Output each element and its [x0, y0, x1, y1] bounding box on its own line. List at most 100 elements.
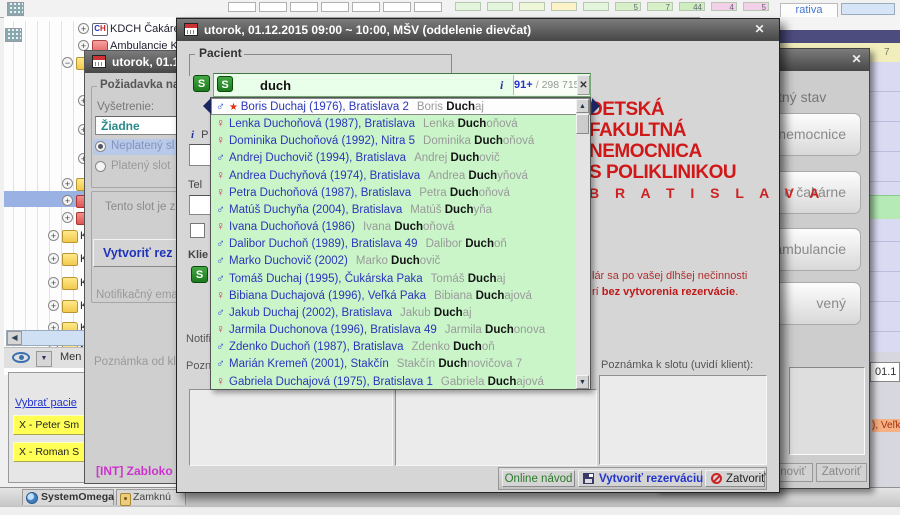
- close-dialog-button[interactable]: Zatvoriť: [705, 470, 765, 487]
- collapse-icon[interactable]: −: [62, 57, 73, 68]
- checkbox[interactable]: [190, 223, 205, 238]
- clear-search-icon[interactable]: ✕: [577, 75, 590, 95]
- patient-result-row[interactable]: ♀Andrea Duchyňová (1974), BratislavaAndr…: [211, 167, 590, 184]
- patient-main-text: Dominika Duchoňová (1992), Nitra 5: [229, 135, 415, 147]
- toolbar-button[interactable]: [383, 2, 411, 12]
- scroll-left-icon[interactable]: ◀: [7, 331, 22, 345]
- expand-icon[interactable]: +: [48, 230, 59, 241]
- expand-icon[interactable]: +: [48, 253, 59, 264]
- schedule-cell[interactable]: [487, 2, 513, 11]
- patient-match-text: Dalibor Duchoň: [426, 238, 507, 250]
- patient-result-row[interactable]: ♂Jakub Duchaj (2002), BratislavaJakub Du…: [211, 304, 590, 321]
- close-icon[interactable]: ✕: [752, 22, 767, 37]
- schedule-cell[interactable]: 44: [679, 2, 705, 11]
- female-icon: ♀: [216, 115, 229, 132]
- client-note-textarea[interactable]: [189, 389, 393, 466]
- tree-hscrollbar[interactable]: ◀: [6, 330, 86, 346]
- patient-match-text: Boris Duchaj: [417, 101, 484, 113]
- recent-patients-panel: Vybrať pacie X - Peter Sm X - Roman S: [8, 372, 94, 483]
- slot-note-textarea[interactable]: [599, 375, 767, 465]
- patient-main-text: Boris Duchaj (1976), Bratislava 2: [241, 101, 409, 113]
- taskbar-app-button[interactable]: SystemOmega: [22, 489, 114, 505]
- patient-match-text: Petra Duchoňová: [419, 187, 510, 199]
- scroll-thumb[interactable]: [576, 114, 589, 134]
- patient-main-text: Bibiana Duchajová (1996), Veľká Paka: [229, 290, 426, 302]
- schedule-cell[interactable]: 5: [743, 2, 769, 11]
- patient-main-text: Ivana Duchoňová (1986): [229, 221, 355, 233]
- patient-result-row[interactable]: ♂Dalibor Duchoň (1989), Bratislava 49Dal…: [211, 235, 590, 252]
- expand-icon[interactable]: +: [78, 23, 89, 34]
- male-icon: ♂: [216, 149, 229, 166]
- search-query[interactable]: duch: [260, 78, 291, 93]
- toolbar-button[interactable]: [259, 2, 287, 12]
- schedule-cell[interactable]: [583, 2, 609, 11]
- client-legend: Klie: [188, 249, 208, 261]
- select-patient-link[interactable]: Vybrať pacie: [15, 397, 77, 409]
- slot-text: Tento slot je za: [105, 201, 182, 213]
- patient-result-row[interactable]: ♂★ Boris Duchaj (1976), Bratislava 2Bori…: [211, 98, 590, 115]
- close-button[interactable]: Zatvoriť: [816, 463, 867, 482]
- male-icon: ♂: [216, 252, 229, 269]
- patient-main-text: Dalibor Duchoň (1989), Bratislava 49: [229, 238, 418, 250]
- create-reservation-button[interactable]: Vytvoriť rezerváciu: [578, 470, 702, 487]
- info-icon[interactable]: i: [500, 78, 503, 93]
- patient-result-row[interactable]: ♀Jarmila Duchonova (1996), Bratislava 49…: [211, 321, 590, 338]
- folder-icon: [62, 277, 78, 290]
- patient-result-row[interactable]: ♀Petra Duchoňová (1987), BratislavaPetra…: [211, 184, 590, 201]
- expand-icon[interactable]: +: [48, 300, 59, 311]
- patient-result-row[interactable]: ♂Andrej Duchovič (1994), BratislavaAndre…: [211, 149, 590, 166]
- info-icon: i: [191, 129, 194, 141]
- eye-icon[interactable]: [12, 352, 30, 363]
- tab-rativa[interactable]: rativa: [780, 3, 838, 18]
- chevron-down-icon[interactable]: ▼: [36, 351, 52, 367]
- patient-result-row[interactable]: ♂Marko Duchovič (2002)Marko Duchovič: [211, 252, 590, 269]
- expand-icon[interactable]: +: [62, 195, 73, 206]
- scroll-up-icon[interactable]: ▲: [576, 99, 589, 113]
- save-icon: [583, 473, 594, 484]
- schedule-cell[interactable]: [551, 2, 577, 11]
- selection-marker-left-icon: [203, 98, 211, 114]
- calendar-icon: [92, 55, 106, 68]
- patient-main-text: Jakub Duchaj (2002), Bratislava: [229, 307, 392, 319]
- toolbar-button[interactable]: [228, 2, 256, 12]
- toolbar-button[interactable]: [321, 2, 349, 12]
- client-search-icon[interactable]: S: [191, 266, 208, 283]
- expand-icon[interactable]: +: [48, 277, 59, 288]
- schedule-cell[interactable]: 5: [615, 2, 641, 11]
- online-guide-button[interactable]: Online návod: [502, 470, 575, 487]
- schedule-cell[interactable]: [455, 2, 481, 11]
- patient-result-row[interactable]: ♂Zdenko Duchoň (1987), BratislavaZdenko …: [211, 338, 590, 355]
- patient-main-text: Marián Kremeň (2001), Stakčín: [229, 358, 389, 370]
- expand-icon[interactable]: +: [62, 212, 73, 223]
- patient-search-field[interactable]: S duch i 91+ / 298 715 ✕: [213, 73, 591, 97]
- scroll-down-icon[interactable]: ▼: [576, 375, 589, 389]
- status-list-panel: [789, 367, 865, 455]
- schedule-cell[interactable]: 7: [647, 2, 673, 11]
- patient-result-row[interactable]: ♀Gabriela Duchajová (1975), Bratislava 1…: [211, 373, 590, 390]
- date-field[interactable]: 01.1: [870, 362, 900, 382]
- female-icon: ♀: [216, 184, 229, 201]
- patient-result-row[interactable]: ♂Marián Kremeň (2001), StakčínStakčín Du…: [211, 355, 590, 372]
- results-scrollbar[interactable]: ▲ ▼: [576, 99, 589, 389]
- toolbar-button[interactable]: [414, 2, 442, 12]
- patient-result-row[interactable]: ♀Ivana Duchoňová (1986)Ivana Duchoňová: [211, 218, 590, 235]
- expand-icon[interactable]: +: [62, 178, 73, 189]
- dialog-titlebar[interactable]: utorok, 01.12.2015 09:00 ~ 10:00, MŠV (o…: [177, 19, 779, 41]
- calendar-orange-entry[interactable]: ), Veľký: [872, 419, 900, 432]
- toolbar-button[interactable]: [290, 2, 318, 12]
- surname-label: i P: [191, 129, 208, 141]
- patient-search-icon-button[interactable]: S: [193, 75, 210, 92]
- schedule-cell[interactable]: [519, 2, 545, 11]
- close-icon[interactable]: ✕: [849, 52, 864, 67]
- patient-result-row[interactable]: ♂Tomáš Duchaj (1995), Čukárska PakaTomáš…: [211, 270, 590, 287]
- request-legend: Požiadavka na: [97, 79, 182, 91]
- schedule-cell[interactable]: 4: [711, 2, 737, 11]
- toolbar-button[interactable]: [352, 2, 380, 12]
- patient-result-row[interactable]: ♀Dominika Duchoňová (1992), Nitra 5Domin…: [211, 132, 590, 149]
- patient-result-row[interactable]: ♂Matúš Duchyňa (2004), BratislavaMatúš D…: [211, 201, 590, 218]
- patient-match-text: Bibiana Duchajová: [434, 290, 532, 302]
- patient-result-row[interactable]: ♀Lenka Duchoňová (1987), BratislavaLenka…: [211, 115, 590, 132]
- patient-result-row[interactable]: ♀Bibiana Duchajová (1996), Veľká PakaBib…: [211, 287, 590, 304]
- dialog-button-bar: Online návod Vytvoriť rezerváciu Zatvori…: [498, 467, 767, 490]
- email-textarea[interactable]: [395, 389, 597, 466]
